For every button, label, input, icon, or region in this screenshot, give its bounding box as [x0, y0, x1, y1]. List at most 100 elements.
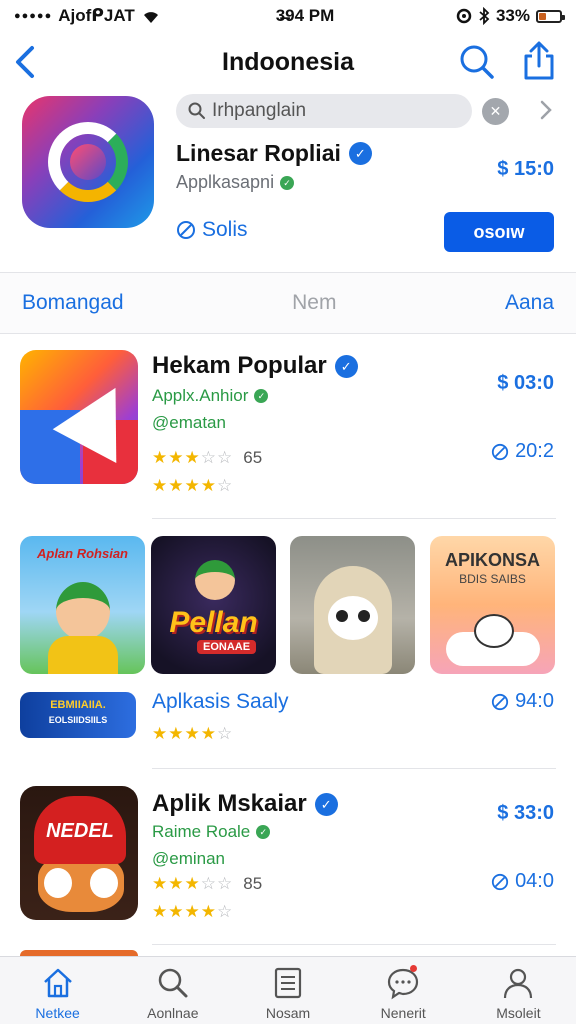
signal-icon: ●●●●● [14, 10, 53, 22]
tag-hekam: @ematan [152, 413, 226, 432]
tabbar-chat[interactable]: Nenerit [346, 957, 461, 1024]
hero-app-icon[interactable] [22, 96, 154, 228]
screenshot-2[interactable]: Pellan EONAAE [151, 536, 276, 674]
banner-line-1: EBMIIAIIA. [50, 699, 106, 711]
bluetooth-icon [479, 7, 490, 25]
star-filled-icon: ★ [184, 724, 201, 743]
tabbar-list[interactable]: Nosam [230, 957, 345, 1024]
developer-text: Raime Roale [152, 822, 251, 841]
app-icon-mskaiar[interactable]: NEDEL [20, 786, 138, 920]
character-head [195, 560, 235, 600]
alarm-icon [456, 8, 472, 24]
app-icon-hekam[interactable] [20, 350, 138, 484]
tab-nem[interactable]: Nem [292, 291, 336, 315]
nav-bar: Indoonesia [0, 38, 576, 86]
hero-price: $ 15:0 [497, 158, 554, 180]
tabbar-search[interactable]: Aonlnae [115, 957, 230, 1024]
hero-link[interactable]: Solis [176, 218, 248, 242]
tab-bomangad[interactable]: Bomangad [22, 291, 124, 315]
gallery-price-text: 94:0 [515, 690, 554, 712]
star-filled-icon: ★ [152, 724, 169, 743]
star-rating: ★★★★☆ [152, 476, 233, 496]
verified-small-icon: ✓ [280, 175, 295, 190]
price-hekam: $ 03:0 [497, 372, 554, 394]
star-filled-icon: ★ [200, 724, 217, 743]
star-empty-icon: ☆ [217, 724, 234, 743]
share-icon[interactable] [520, 40, 558, 82]
link-icon [177, 221, 195, 239]
shot-sublabel: EONAAE [197, 640, 257, 654]
panda-eye [336, 610, 348, 622]
star-filled-icon: ★ [168, 476, 185, 495]
star-empty-icon: ☆ [200, 874, 217, 893]
developer-text: Applx.Anhior [152, 386, 249, 405]
app-name-hekam[interactable]: Hekam Popular ✓ [152, 352, 358, 380]
battery-percent: 33% [495, 6, 530, 25]
promo-banner[interactable]: EBMIIAIIA. EOLSIIDSIILS [20, 692, 136, 738]
tabbar-profile[interactable]: Msoleit [461, 957, 576, 1024]
rating-top-hekam: ★★★☆☆ 65 [152, 448, 262, 468]
rating-count: 65 [243, 448, 263, 467]
tabbar-home[interactable]: Netkee [0, 957, 115, 1024]
price-mskaiar: $ 33:0 [497, 802, 554, 824]
hero-app-name-text: Linesar Ropliai [176, 140, 341, 166]
verified-small-icon: ✓ [254, 389, 269, 403]
get-button[interactable]: osoıw [444, 212, 554, 252]
panda [474, 614, 514, 648]
screenshot-4[interactable]: APIKONSA BDIS SAIBS [430, 536, 555, 674]
notification-dot [409, 965, 417, 972]
chevron-right-icon[interactable] [536, 96, 556, 124]
verified-icon: ✓ [334, 354, 358, 378]
rating-bottom-hekam: ★★★★☆ [152, 476, 233, 496]
star-filled-icon: ★ [152, 448, 169, 467]
shot-label: Aplan Rohsian [36, 546, 128, 561]
hero-app-name: Linesar Ropliai ✓ [176, 140, 372, 167]
screenshot-3[interactable] [290, 536, 415, 674]
developer-mskaiar: Raime Roale ✓ [152, 822, 271, 842]
tab-aana[interactable]: Aana [505, 291, 554, 315]
mascot-cheek [90, 868, 118, 898]
gallery-rating: ★★★★☆ [152, 724, 233, 744]
clear-search-icon[interactable]: ✕ [482, 98, 509, 125]
star-empty-icon: ☆ [217, 874, 234, 893]
status-right: 33% [456, 6, 565, 26]
star-filled-icon: ★ [168, 724, 185, 743]
tabbar-label: Nenerit [380, 1005, 426, 1021]
rating-count: 85 [243, 874, 263, 893]
person-icon [504, 968, 533, 999]
rating-bottom-mskaiar: ★★★★☆ [152, 902, 233, 922]
app-logo-core [70, 144, 106, 180]
divider [152, 944, 556, 945]
link-icon [491, 693, 509, 710]
star-filled-icon: ★ [184, 448, 201, 467]
star-filled-icon: ★ [168, 874, 185, 893]
status-bar: ●●●●● AjofᑭJAT 3̶94 PM 33% [0, 0, 576, 32]
star-rating: ★★★☆☆ [152, 448, 233, 468]
star-rating: ★★★☆☆ [152, 874, 233, 894]
app-name-text: Aplik Mskaiar [152, 790, 307, 817]
battery-level [539, 12, 546, 20]
star-rating: ★★★★☆ [152, 724, 233, 744]
hero-developer-text: Applkasapni [176, 172, 275, 192]
search-icon[interactable] [458, 42, 496, 82]
gallery-title[interactable]: Aplkasis Saaly [152, 690, 289, 714]
star-filled-icon: ★ [152, 874, 169, 893]
rating-top-mskaiar: ★★★☆☆ 85 [152, 874, 262, 894]
verified-icon: ✓ [314, 792, 338, 816]
shot-label: APIKONSA [444, 550, 540, 570]
screenshot-1[interactable]: Aplan Rohsian [20, 536, 145, 674]
tab-bar: Netkee Aonlnae Nosam Nenerit Msoleit [0, 956, 576, 1024]
character-body [48, 636, 118, 674]
banner-line-2: EOLSIIDSIILS [48, 715, 108, 725]
app-name-mskaiar[interactable]: Aplik Mskaiar ✓ [152, 790, 338, 818]
developer-hekam: Applx.Anhior ✓ [152, 386, 269, 406]
home-icon [43, 968, 72, 998]
divider [152, 518, 556, 519]
star-rating: ★★★★☆ [152, 902, 233, 922]
mascot-helmet: NEDEL [34, 796, 126, 864]
list-icon [274, 967, 302, 999]
carrier-label: AjofᑭJAT [58, 6, 135, 25]
search-field[interactable]: Irhpanglain [176, 94, 472, 128]
hero-link-label: Solis [202, 218, 248, 241]
segment-tabs: Bomangad Nem Aana [0, 272, 576, 334]
